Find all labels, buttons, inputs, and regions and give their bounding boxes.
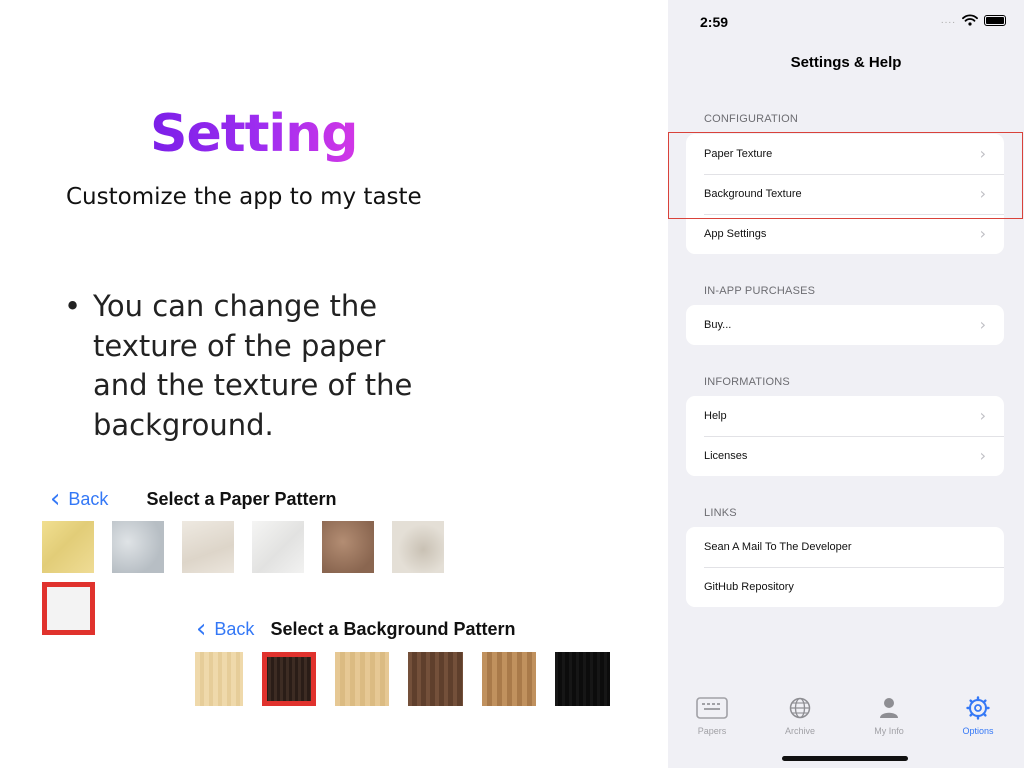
tab-papers[interactable]: Papers (677, 696, 747, 736)
paper-swatch[interactable] (182, 521, 234, 573)
slide-subtitle: Customize the app to my taste (66, 184, 422, 210)
tab-options[interactable]: Options (943, 696, 1013, 736)
chevron-right-icon: › (979, 446, 986, 465)
paper-picker-title: Select a Paper Pattern (146, 488, 337, 509)
status-icons: .... (941, 14, 1006, 26)
paper-swatch[interactable] (42, 521, 94, 573)
row-label: Help (704, 410, 727, 422)
nav-bar-title: Settings & Help (790, 54, 902, 71)
chevron-right-icon: › (979, 224, 986, 243)
row-label: Sean A Mail To The Developer (704, 541, 852, 553)
highlight-box (668, 132, 1023, 219)
background-picker-title: Select a Background Pattern (270, 618, 516, 639)
gear-icon (966, 696, 990, 720)
tab-label: Archive (784, 726, 815, 736)
cellular-icon: .... (940, 14, 956, 26)
home-indicator (782, 756, 908, 761)
section-header-configuration: CONFIGURATION (704, 113, 799, 125)
paper-swatch[interactable] (322, 521, 374, 573)
background-picker-nav: ‹ Back Select a Background Pattern (196, 616, 516, 642)
paper-picker-nav: ‹ Back Select a Paper Pattern (50, 486, 337, 512)
paper-back-button[interactable]: Back (68, 489, 108, 510)
chevron-right-icon: › (979, 315, 986, 334)
slide-title: Settings (150, 104, 388, 164)
paper-swatch[interactable] (392, 521, 444, 573)
background-swatch[interactable] (335, 652, 389, 706)
chevron-left-icon[interactable]: ‹ (50, 486, 60, 512)
row-help[interactable]: Help › (686, 396, 1004, 436)
section-header-in-app-purchases: IN-APP PURCHASES (704, 285, 816, 297)
tab-label: Options (962, 726, 994, 736)
section-header-informations: INFORMATIONS (704, 376, 790, 388)
chevron-right-icon: › (979, 406, 986, 425)
status-time: 2:59 (700, 14, 729, 30)
bullet-text: You can change the texture of the paper … (93, 289, 413, 442)
tab-my-info[interactable]: My Info (854, 696, 924, 736)
row-buy[interactable]: Buy... › (686, 305, 1004, 345)
row-label: Licenses (704, 450, 748, 462)
paper-swatch-selected[interactable] (42, 582, 95, 635)
informations-group: Help › Licenses › (686, 396, 1004, 476)
person-icon (880, 698, 898, 718)
row-app-settings[interactable]: App Settings › (686, 214, 1004, 254)
tab-label: My Info (874, 726, 904, 736)
row-mail-developer[interactable]: Sean A Mail To The Developer (686, 527, 1004, 567)
bullet-dot-icon: • (64, 289, 82, 323)
phone-screen: 2:59 .... Settings & Help CONFIGURATION … (668, 0, 1024, 768)
tab-archive[interactable]: Archive (765, 696, 835, 736)
background-swatch[interactable] (482, 652, 536, 706)
section-header-links: LINKS (704, 507, 737, 519)
background-swatch-selected[interactable] (262, 652, 316, 706)
paper-swatch[interactable] (112, 521, 164, 573)
chevron-left-icon[interactable]: ‹ (196, 616, 206, 642)
links-group: Sean A Mail To The Developer GitHub Repo… (686, 527, 1004, 607)
purchases-group: Buy... › (686, 305, 1004, 345)
battery-icon (984, 14, 1006, 26)
bullet-point: • You can change the texture of the pape… (64, 287, 444, 445)
background-swatch[interactable] (408, 652, 463, 706)
keyboard-icon (696, 697, 728, 719)
row-label: App Settings (704, 228, 767, 240)
row-github-repository[interactable]: GitHub Repository (686, 567, 1004, 607)
row-label: Buy... (704, 319, 732, 331)
row-licenses[interactable]: Licenses › (686, 436, 1004, 476)
row-label: GitHub Repository (704, 581, 794, 593)
wifi-icon (962, 14, 978, 26)
globe-icon (789, 697, 811, 719)
background-swatch[interactable] (195, 652, 243, 706)
background-swatch[interactable] (555, 652, 610, 706)
paper-swatch[interactable] (252, 521, 304, 573)
background-back-button[interactable]: Back (214, 619, 254, 640)
tab-label: Papers (697, 726, 727, 736)
